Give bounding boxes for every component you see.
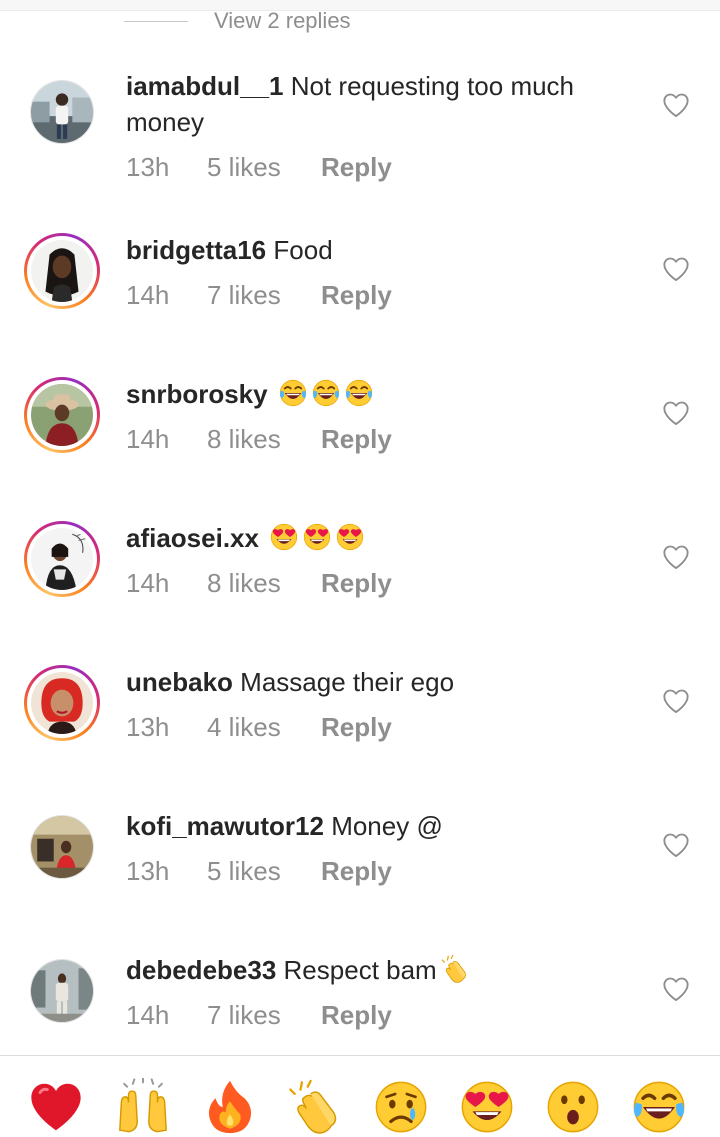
comment-item: kofi_mawutor12 Money @ 13h 5 likes Reply [0, 806, 720, 936]
tears-of-joy-icon [311, 378, 341, 408]
comment-body: afiaosei.xx [126, 520, 620, 556]
comment-body: unebako Massage their ego [126, 664, 620, 700]
comment-meta: 13h 5 likes Reply [126, 856, 392, 887]
avatar-image [30, 815, 94, 879]
comment-body: snrborosky [126, 376, 620, 412]
comment-likes[interactable]: 7 likes [207, 1000, 321, 1031]
avatar[interactable] [24, 809, 100, 885]
comment-meta: 14h 8 likes Reply [126, 568, 392, 599]
avatar[interactable] [24, 233, 100, 309]
reaction-bar [0, 1056, 720, 1137]
avatar[interactable] [24, 521, 100, 597]
comment-body: kofi_mawutor12 Money @ [126, 808, 620, 844]
avatar-image [31, 672, 93, 734]
comment-username[interactable]: snrborosky [126, 379, 268, 409]
comment-body: bridgetta16 Food [126, 232, 620, 268]
comment-meta: 13h 4 likes Reply [126, 712, 392, 743]
comment-username[interactable]: iamabdul__1 [126, 71, 284, 101]
comment-meta: 14h 7 likes Reply [126, 280, 392, 311]
avatar-image [30, 959, 94, 1023]
comment-time: 14h [126, 1000, 170, 1030]
clapping-hands-icon [440, 954, 470, 984]
comment-body: iamabdul__1 Not requesting too much mone… [126, 68, 620, 140]
clapping-hands-icon[interactable] [286, 1078, 344, 1136]
raising-hands-icon[interactable] [114, 1078, 172, 1136]
tears-of-joy-icon[interactable] [630, 1078, 688, 1136]
tears-of-joy-icon [344, 378, 374, 408]
comment-item: bridgetta16 Food 14h 7 likes Reply [0, 230, 720, 360]
comment-username[interactable]: unebako [126, 667, 233, 697]
comment-body: debedebe33 Respect bam [126, 952, 620, 988]
comment-text: Money @ [331, 811, 443, 841]
comment-username[interactable]: kofi_mawutor12 [126, 811, 324, 841]
avatar[interactable] [24, 74, 100, 150]
avatar-image [30, 80, 94, 144]
comment-time: 13h [126, 152, 170, 182]
like-heart-icon[interactable] [662, 92, 690, 118]
comment-meta: 14h 8 likes Reply [126, 424, 392, 455]
reply-button[interactable]: Reply [321, 280, 392, 311]
comment-likes[interactable]: 7 likes [207, 280, 321, 311]
fire-icon[interactable] [201, 1078, 259, 1136]
comment-time: 14h [126, 424, 170, 454]
view-replies-label: View 2 replies [214, 8, 351, 33]
tears-of-joy-icon [278, 378, 308, 408]
comment-item: snrborosky 14h 8 likes Reply [0, 374, 720, 504]
avatar-image [31, 528, 93, 590]
reply-button[interactable]: Reply [321, 1000, 392, 1031]
heart-eyes-icon[interactable] [458, 1078, 516, 1136]
reply-button[interactable]: Reply [321, 152, 392, 183]
surprised-face-icon[interactable] [544, 1078, 602, 1136]
avatar-image [31, 384, 93, 446]
comment-meta: 13h 5 likes Reply [126, 152, 392, 183]
reply-button[interactable]: Reply [321, 424, 392, 455]
avatar-image [31, 240, 93, 302]
red-heart-icon[interactable] [27, 1078, 85, 1136]
reply-button[interactable]: Reply [321, 568, 392, 599]
like-heart-icon[interactable] [662, 256, 690, 282]
avatar[interactable] [24, 377, 100, 453]
comment-time: 14h [126, 280, 170, 310]
reply-button[interactable]: Reply [321, 712, 392, 743]
comment-text: Food [273, 235, 333, 265]
like-heart-icon[interactable] [662, 832, 690, 858]
comment-username[interactable]: debedebe33 [126, 955, 276, 985]
like-heart-icon[interactable] [662, 544, 690, 570]
heart-eyes-icon [269, 522, 299, 552]
comment-likes[interactable]: 8 likes [207, 568, 321, 599]
top-edge [0, 0, 720, 11]
reply-button[interactable]: Reply [321, 856, 392, 887]
comment-likes[interactable]: 8 likes [207, 424, 321, 455]
avatar[interactable] [24, 665, 100, 741]
comment-text: Massage their ego [240, 667, 455, 697]
comment-time: 13h [126, 856, 170, 886]
like-heart-icon[interactable] [662, 688, 690, 714]
heart-eyes-icon [302, 522, 332, 552]
comment-meta: 14h 7 likes Reply [126, 1000, 392, 1031]
comment-likes[interactable]: 4 likes [207, 712, 321, 743]
heart-eyes-icon [335, 522, 365, 552]
comment-username[interactable]: bridgetta16 [126, 235, 266, 265]
replies-divider [124, 20, 188, 22]
comment-item: iamabdul__1 Not requesting too much mone… [0, 66, 720, 196]
view-replies-link[interactable]: View 2 replies [124, 6, 351, 36]
avatar[interactable] [24, 953, 100, 1029]
sad-face-icon[interactable] [372, 1078, 430, 1136]
comment-likes[interactable]: 5 likes [207, 856, 321, 887]
comment-time: 13h [126, 712, 170, 742]
comment-item: afiaosei.xx 14h 8 likes Reply [0, 518, 720, 648]
comment-likes[interactable]: 5 likes [207, 152, 321, 183]
like-heart-icon[interactable] [662, 400, 690, 426]
comment-time: 14h [126, 568, 170, 598]
like-heart-icon[interactable] [662, 976, 690, 1002]
comment-text: Respect bam [283, 955, 437, 985]
comment-username[interactable]: afiaosei.xx [126, 523, 259, 553]
comment-item: unebako Massage their ego 13h 4 likes Re… [0, 662, 720, 792]
